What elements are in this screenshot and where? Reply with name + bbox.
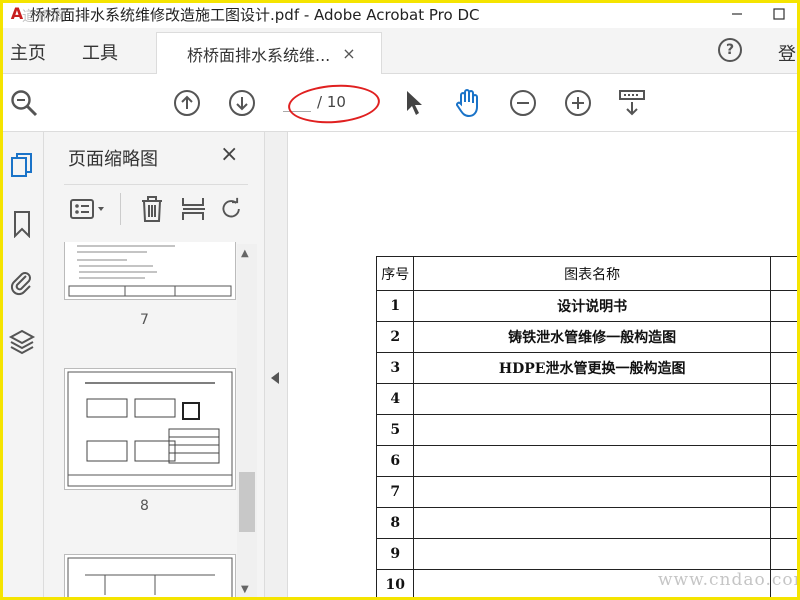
thumbnail-panel: 页面缩略图 × 7 8 [44,132,264,600]
hand-tool-icon[interactable] [452,87,484,119]
bookmarks-icon[interactable] [6,208,38,240]
panel-close-icon[interactable]: × [220,142,238,167]
document-tab[interactable]: 桥桥面排水系统维... × [156,32,382,74]
scroll-up-icon[interactable]: ▲ [241,248,249,259]
table-row: 9 [375,538,800,570]
previous-page-icon[interactable] [171,87,203,119]
thumbnail-preview [68,245,232,297]
collapse-arrow-icon [271,372,279,384]
panel-toolbar [64,184,248,234]
header-name: 图表名称 [413,256,771,291]
thumbnail-preview [67,557,233,600]
watermark-logo: 道桥网 [22,9,67,25]
page-thumbnail[interactable] [64,368,236,490]
minimize-button[interactable] [716,0,758,28]
row-no: 9 [375,538,415,570]
scrollbar-thumb[interactable] [239,472,255,532]
table-row: 8 [375,507,800,539]
toolbar: / 10 [0,74,800,132]
row-name: HDPE泄水管更换一般构造图 [413,352,771,384]
row-extra [769,383,800,415]
thumbnail-scrollbar[interactable]: ▲ ▼ [237,244,257,600]
row-name: 设计说明书 [413,290,771,322]
menu-bar: 主页 工具 桥桥面排水系统维... × ? 登 [0,28,800,74]
table-row: 4 [375,383,800,415]
row-no: 2 [375,321,415,353]
site-watermark: www.cndao.com [658,570,800,590]
window-controls [716,0,800,28]
row-extra [769,476,800,508]
row-extra [769,414,800,446]
row-name [413,414,771,446]
row-name [413,476,771,508]
panel-title: 页面缩略图 [68,149,158,170]
table-row: 1 设计说明书 [375,290,800,322]
row-no: 6 [375,445,415,477]
toolbar-divider [120,193,121,225]
page-fit-icon[interactable] [616,87,648,119]
next-page-icon[interactable] [226,87,258,119]
row-no: 7 [375,476,415,508]
title-bar: A 桥桥面排水系统维修改造施工图设计.pdf - Adobe Acrobat P… [0,0,800,28]
minimize-icon [732,13,742,15]
document-tab-label: 桥桥面排水系统维... [187,45,331,65]
menu-home[interactable]: 主页 [10,39,46,65]
row-no: 8 [375,507,415,539]
document-view: 序号 图表名称 1 设计说明书 2 铸铁泄水管维修一般构造图 3 HDPE泄水管更换一… [288,132,800,600]
attachments-icon[interactable] [6,266,38,298]
page-thumbnail[interactable] [64,554,236,600]
table-row: 2 铸铁泄水管维修一般构造图 [375,321,800,353]
row-no: 3 [375,352,415,384]
row-no: 4 [375,383,415,415]
panel-collapse-strip[interactable] [264,132,288,600]
maximize-button[interactable] [758,0,800,28]
header-extra [769,256,800,291]
select-cursor-icon[interactable] [398,87,430,119]
row-no: 5 [375,414,415,446]
row-no: 10 [375,569,415,600]
pdf-page: 序号 图表名称 1 设计说明书 2 铸铁泄水管维修一般构造图 3 HDPE泄水管更换一… [288,132,800,600]
row-name [413,445,771,477]
thumbnail-options-icon[interactable] [68,193,108,225]
row-extra [769,352,800,384]
zoom-out-icon[interactable] [507,87,539,119]
sign-in-link[interactable]: 登 [778,40,796,66]
layers-icon[interactable] [6,326,38,358]
tab-close-icon[interactable]: × [342,44,355,63]
table-row: 6 [375,445,800,477]
row-extra [769,290,800,322]
table-row: 7 [375,476,800,508]
row-extra [769,445,800,477]
row-name [413,383,771,415]
zoom-search-icon[interactable] [8,87,40,119]
rotate-page-icon[interactable] [220,193,244,225]
header-no: 序号 [375,256,415,291]
maximize-icon [773,8,785,20]
row-no: 1 [375,290,415,322]
row-name [413,538,771,570]
page-thumbnail[interactable] [64,242,236,300]
row-name: 铸铁泄水管维修一般构造图 [413,321,771,353]
thumbnail-page-number: 8 [140,498,149,514]
insert-page-icon[interactable] [178,193,210,225]
thumbnail-list: 7 8 [44,242,264,600]
row-extra [769,507,800,539]
page-thumbnails-icon[interactable] [6,150,38,182]
table-header-row: 序号 图表名称 [375,256,800,291]
scroll-down-icon[interactable]: ▼ [241,584,249,595]
thumbnail-page-number: 7 [140,312,149,328]
drawing-index-table: 序号 图表名称 1 设计说明书 2 铸铁泄水管维修一般构造图 3 HDPE泄水管更换一… [375,256,800,600]
thumbnail-preview [67,371,233,487]
navigation-rail [0,132,44,600]
row-extra [769,538,800,570]
zoom-in-icon[interactable] [562,87,594,119]
delete-page-icon[interactable] [136,193,168,225]
help-icon[interactable]: ? [718,38,742,62]
window-title: 桥桥面排水系统维修改造施工图设计.pdf - Adobe Acrobat Pro… [30,5,480,24]
table-row: 5 [375,414,800,446]
row-extra [769,321,800,353]
row-name [413,507,771,539]
table-row: 3 HDPE泄水管更换一般构造图 [375,352,800,384]
menu-tools[interactable]: 工具 [82,39,118,65]
